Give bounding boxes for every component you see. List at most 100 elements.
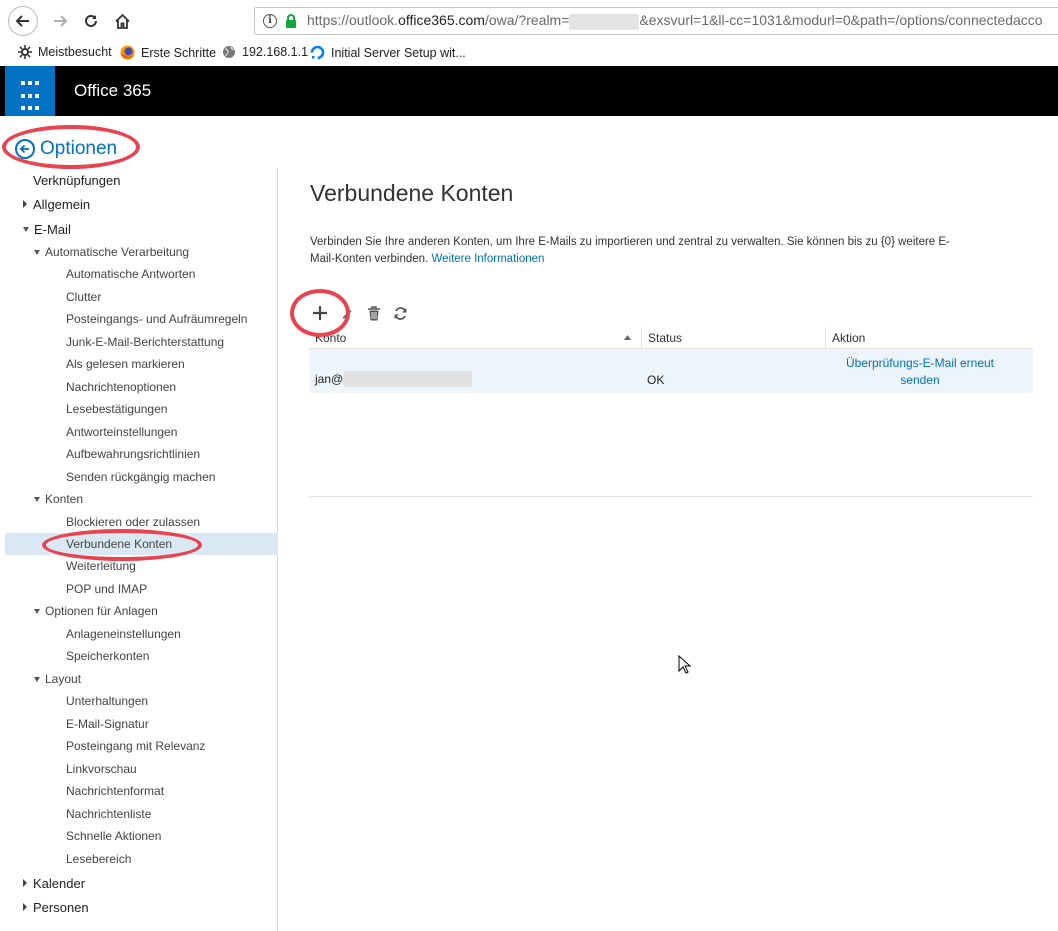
nav-item-label: Antworteinstellungen <box>66 425 178 439</box>
bookmark-meistbesucht[interactable]: Meistbesucht <box>18 45 112 59</box>
status-cell: OK <box>647 373 665 387</box>
nav-item-label: Unterhaltungen <box>66 694 149 708</box>
nav-item-weiterleitung[interactable]: Weiterleitung <box>5 555 278 577</box>
nav-item-aufbewahrungsrichtlinien[interactable]: Aufbewahrungsrichtlinien <box>5 443 278 465</box>
nav-item-e-mail[interactable]: E-Mail <box>5 218 278 240</box>
nav-item-label: Verbundene Konten <box>66 537 173 551</box>
nav-item-label: Verknüpfungen <box>33 172 121 188</box>
nav-item-junk-e-mail-berichterstattung[interactable]: Junk-E-Mail-Berichterstattung <box>5 331 278 353</box>
nav-item-label: Kalender <box>33 875 86 891</box>
nav-item-allgemein[interactable]: Allgemein <box>5 193 278 215</box>
sort-ascending-icon <box>624 335 631 340</box>
nav-item-antworteinstellungen[interactable]: Antworteinstellungen <box>5 421 278 443</box>
lock-icon[interactable] <box>285 14 297 28</box>
nav-item-nachrichtenformat[interactable]: Nachrichtenformat <box>5 780 278 802</box>
nav-item-label: Lesebereich <box>66 852 132 866</box>
nav-item-verbundene-konten[interactable]: Verbundene Konten <box>5 533 278 555</box>
home-icon <box>114 13 130 29</box>
forward-button[interactable] <box>46 7 74 35</box>
bookmarks-bar: Meistbesucht Erste Schritte 192.168.1.1 … <box>0 42 1058 66</box>
nav-item-personen[interactable]: Personen <box>5 896 278 918</box>
browser-toolbar: i https://outlook.office365.com/owa/?rea… <box>0 0 1058 42</box>
nav-item-speicherkonten[interactable]: Speicherkonten <box>5 645 278 667</box>
nav-item-label: Automatische Verarbeitung <box>45 245 190 259</box>
collapse-arrow-icon <box>34 608 40 614</box>
refresh-icon <box>394 306 407 320</box>
nav-item-pop-und-imap[interactable]: POP und IMAP <box>5 578 278 600</box>
bookmark-router[interactable]: 192.168.1.1 <box>222 45 308 59</box>
nav-item-verknüpfungen[interactable]: Verknüpfungen <box>5 169 278 191</box>
column-header-action[interactable]: Aktion <box>825 327 1033 349</box>
nav-item-label: Als gelesen markieren <box>66 357 185 371</box>
home-button[interactable] <box>108 7 136 35</box>
nav-item-schnelle-aktionen[interactable]: Schnelle Aktionen <box>5 825 278 847</box>
app-title: Office 365 <box>74 81 152 100</box>
expand-arrow-icon <box>23 879 27 887</box>
nav-item-senden-rückgängig-machen[interactable]: Senden rückgängig machen <box>5 466 278 488</box>
nav-item-anlageneinstellungen[interactable]: Anlageneinstellungen <box>5 623 278 645</box>
nav-item-label: Posteingang mit Relevanz <box>66 739 206 753</box>
bookmark-erste-schritte[interactable]: Erste Schritte <box>120 45 216 60</box>
gear-icon <box>18 45 32 59</box>
more-info-link[interactable]: Weitere Informationen <box>431 253 544 265</box>
url-text: https://outlook.office365.com/owa/?realm… <box>307 12 1043 30</box>
nav-item-label: Speicherkonten <box>66 649 150 663</box>
back-arrow-icon <box>15 139 35 159</box>
column-header-account[interactable]: Konto <box>309 327 641 349</box>
nav-item-label: Aufbewahrungsrichtlinien <box>66 447 201 461</box>
nav-item-automatische-antworten[interactable]: Automatische Antworten <box>5 263 278 285</box>
info-icon[interactable]: i <box>263 14 277 28</box>
nav-item-clutter[interactable]: Clutter <box>5 286 278 308</box>
nav-item-optionen-für-anlagen[interactable]: Optionen für Anlagen <box>5 600 278 622</box>
table-row[interactable]: jan@ OK Überprüfungs-E-Mail erneut sende… <box>309 349 1033 393</box>
digitalocean-icon <box>310 45 325 60</box>
nav-item-als-gelesen-markieren[interactable]: Als gelesen markieren <box>5 353 278 375</box>
nav-item-posteingang-mit-relevanz[interactable]: Posteingang mit Relevanz <box>5 735 278 757</box>
back-button[interactable] <box>8 6 38 36</box>
nav-item-automatische-verarbeitung[interactable]: Automatische Verarbeitung <box>5 241 278 263</box>
app-launcher-button[interactable] <box>5 66 55 116</box>
nav-item-layout[interactable]: Layout <box>5 668 278 690</box>
nav-item-label: Layout <box>45 672 82 686</box>
options-back-link[interactable]: Optionen <box>15 138 117 160</box>
expand-arrow-icon <box>23 200 27 208</box>
nav-item-label: Linkvorschau <box>66 762 137 776</box>
bookmark-initial-server-setup[interactable]: Initial Server Setup wit... <box>310 45 466 60</box>
arrow-left-icon <box>15 15 29 27</box>
nav-item-label: E-Mail-Signatur <box>66 717 149 731</box>
collapse-arrow-icon <box>34 496 40 502</box>
refresh-button[interactable] <box>387 300 414 326</box>
column-header-status[interactable]: Status <box>641 327 825 349</box>
nav-item-konten[interactable]: Konten <box>5 488 278 510</box>
pencil-icon <box>342 310 351 319</box>
expand-arrow-icon <box>23 903 27 911</box>
nav-item-label: Anlageneinstellungen <box>66 627 181 641</box>
nav-item-lesebereich[interactable]: Lesebereich <box>5 848 278 870</box>
nav-item-lesebestätigungen[interactable]: Lesebestätigungen <box>5 398 278 420</box>
nav-item-linkvorschau[interactable]: Linkvorschau <box>5 758 278 780</box>
resend-verification-link[interactable]: Überprüfungs-E-Mail erneut senden <box>839 355 1001 389</box>
nav-item-label: Junk-E-Mail-Berichterstattung <box>66 335 225 349</box>
page-title: Verbundene Konten <box>310 180 514 206</box>
nav-item-label: Optionen für Anlagen <box>45 604 158 618</box>
delete-button[interactable] <box>360 300 387 326</box>
nav-item-posteingangs-und-aufräumregeln[interactable]: Posteingangs- und Aufräumregeln <box>5 308 278 330</box>
nav-item-kalender[interactable]: Kalender <box>5 872 278 894</box>
arrow-right-icon <box>54 15 68 27</box>
trash-icon <box>367 305 380 320</box>
nav-item-label: POP und IMAP <box>66 582 148 596</box>
nav-item-label: Schnelle Aktionen <box>66 829 162 843</box>
nav-item-blockieren-oder-zulassen[interactable]: Blockieren oder zulassen <box>5 511 278 533</box>
nav-item-label: Nachrichtenliste <box>66 807 152 821</box>
reload-button[interactable] <box>77 7 105 35</box>
nav-item-nachrichtenoptionen[interactable]: Nachrichtenoptionen <box>5 376 278 398</box>
nav-item-nachrichtenliste[interactable]: Nachrichtenliste <box>5 803 278 825</box>
nav-item-label: Lesebestätigungen <box>66 402 168 416</box>
edit-button[interactable] <box>333 300 360 326</box>
collapse-arrow-icon <box>34 249 40 255</box>
nav-item-label: Nachrichtenoptionen <box>66 380 177 394</box>
nav-item-e-mail-signatur[interactable]: E-Mail-Signatur <box>5 713 278 735</box>
address-bar[interactable]: i https://outlook.office365.com/owa/?rea… <box>254 7 1058 35</box>
add-button[interactable] <box>306 300 333 326</box>
nav-item-unterhaltungen[interactable]: Unterhaltungen <box>5 690 278 712</box>
